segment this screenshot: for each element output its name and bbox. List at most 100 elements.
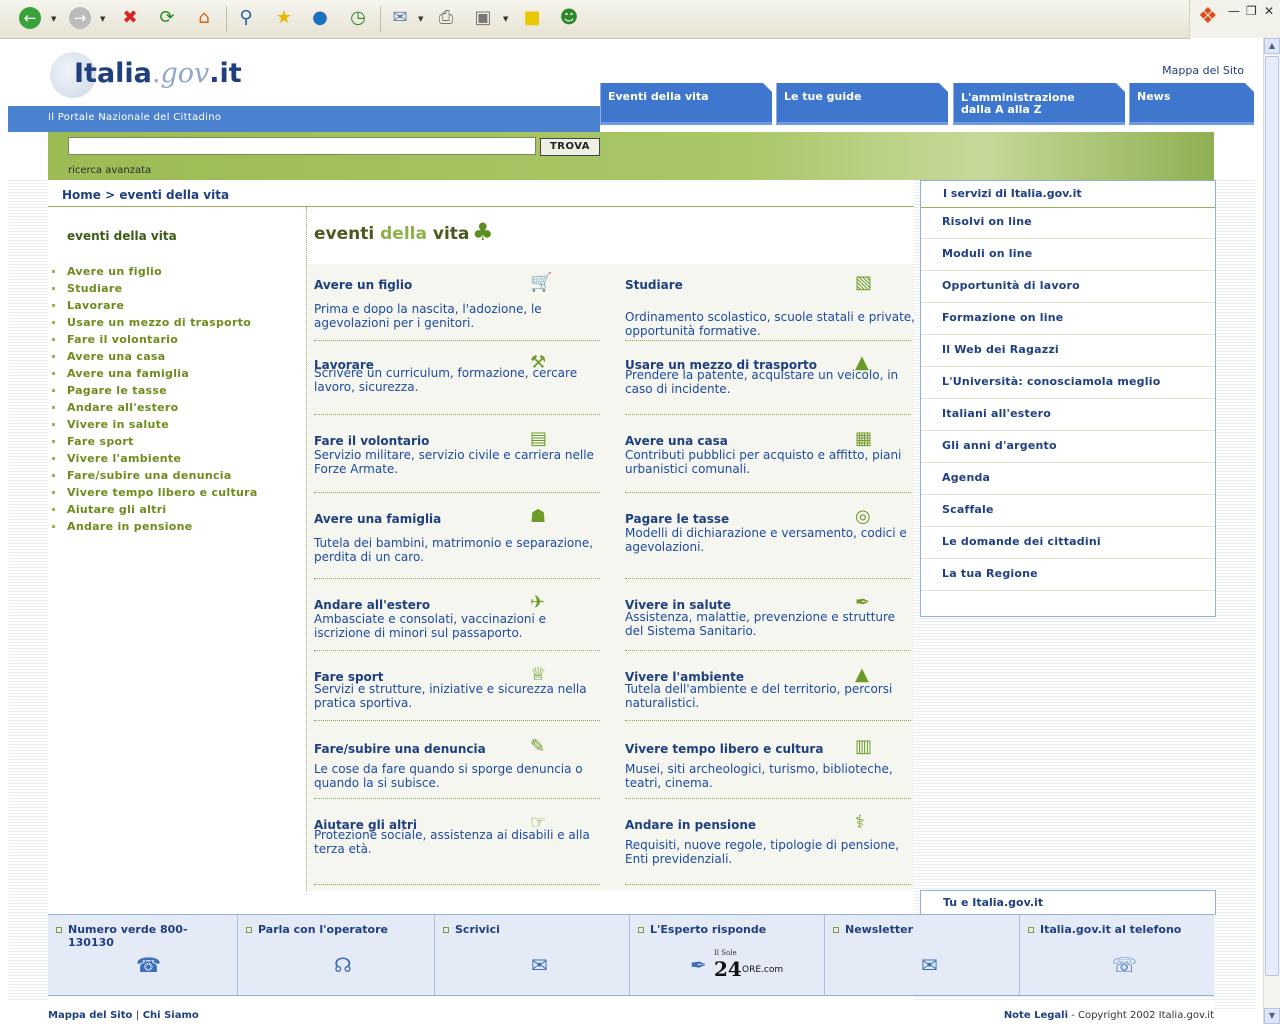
- sidebar-item[interactable]: Fare/subire una denuncia: [48, 469, 258, 486]
- advanced-search-link[interactable]: ricerca avanzata: [68, 165, 151, 176]
- event-card[interactable]: Aiutare gli altri Protezione sociale, ass…: [308, 804, 600, 890]
- event-title[interactable]: Fare il volontario: [314, 434, 429, 448]
- event-card[interactable]: Avere un figlio Prima e dopo la nascita, …: [308, 264, 600, 346]
- event-description: Ambasciate e consolati, vaccinazioni e i…: [314, 612, 547, 640]
- service-item[interactable]: Le domande dei cittadini: [921, 527, 1215, 559]
- sidebar-item[interactable]: Avere un figlio: [48, 265, 258, 282]
- sidebar-item[interactable]: Vivere l'ambiente: [48, 452, 258, 469]
- event-card[interactable]: Avere una famiglia Tutela dei bambini, ma…: [308, 498, 600, 584]
- print-icon[interactable]: ⎙: [434, 6, 458, 30]
- event-title[interactable]: Vivere tempo libero e cultura: [625, 742, 823, 756]
- event-title[interactable]: Avere un figlio: [314, 278, 412, 292]
- event-card[interactable]: Vivere l'ambiente Tutela dell'ambiente e …: [619, 656, 911, 726]
- service-item[interactable]: Formazione on line: [921, 303, 1215, 335]
- messenger-icon[interactable]: ☻: [557, 6, 581, 30]
- history-icon[interactable]: ◷: [346, 6, 370, 30]
- service-item[interactable]: Italiani all'estero: [921, 399, 1215, 431]
- gutter-decoration: [1214, 180, 1256, 1010]
- event-card[interactable]: Avere una casa Contributi pubblici per ac…: [619, 420, 911, 498]
- sidebar-item[interactable]: Pagare le tasse: [48, 384, 258, 401]
- media-icon[interactable]: ●: [308, 6, 332, 30]
- scroll-up-icon[interactable]: ▲: [1264, 38, 1280, 54]
- scroll-down-icon[interactable]: ▼: [1264, 1008, 1280, 1024]
- footer-item-newsletter[interactable]: Newsletter ✉: [824, 915, 1019, 995]
- event-card[interactable]: Andare all'estero Ambasciate e consolati,…: [308, 584, 600, 656]
- event-card[interactable]: Lavorare Scrivere un curriculum, formazio…: [308, 344, 600, 420]
- sidebar-item[interactable]: Avere una famiglia: [48, 367, 258, 384]
- tagline: Il Portale Nazionale del Cittadino: [48, 112, 222, 123]
- service-item[interactable]: Il Web dei Ragazzi: [921, 335, 1215, 367]
- refresh-icon[interactable]: ⟳: [155, 6, 179, 30]
- nav-tab-guide[interactable]: Le tue guide: [776, 83, 948, 125]
- event-card[interactable]: Andare in pensione Requisiti, nuove regol…: [619, 804, 911, 890]
- favorites-icon[interactable]: ★: [272, 6, 296, 30]
- service-item[interactable]: La tua Regione: [921, 559, 1215, 591]
- event-title[interactable]: Andare all'estero: [314, 598, 430, 612]
- home-icon[interactable]: ⌂: [192, 6, 216, 30]
- footer-item-scrivici[interactable]: Scrivici ✉: [434, 915, 629, 995]
- event-card[interactable]: Vivere tempo libero e cultura Musei, siti…: [619, 728, 911, 804]
- sidebar-item[interactable]: Vivere tempo libero e cultura: [48, 486, 258, 503]
- sidebar-item[interactable]: Fare sport: [48, 435, 258, 452]
- event-card[interactable]: Fare il volontario Servizio militare, ser…: [308, 420, 600, 498]
- sidebar-item[interactable]: Vivere in salute: [48, 418, 258, 435]
- nav-tab-news[interactable]: News: [1129, 83, 1254, 125]
- back-icon[interactable]: ←: [18, 6, 42, 30]
- forward-icon[interactable]: →: [68, 6, 92, 30]
- event-card[interactable]: Pagare le tasse Modelli di dichiarazione …: [619, 498, 911, 584]
- event-card[interactable]: Fare/subire una denuncia Le cose da fare …: [308, 728, 600, 804]
- sitemap-link-bottom[interactable]: Mappa del Sito: [48, 1010, 132, 1021]
- event-title[interactable]: Fare/subire una denuncia: [314, 742, 486, 756]
- sidebar-item[interactable]: Studiare: [48, 282, 258, 299]
- service-item[interactable]: L'Università: conosciamola meglio: [921, 367, 1215, 399]
- event-card[interactable]: Vivere in salute Assistenza, malattie, pr…: [619, 584, 911, 656]
- sidebar-item[interactable]: Usare un mezzo di trasporto: [48, 316, 258, 333]
- event-card[interactable]: Studiare Ordinamento scolastico, scuole s…: [619, 264, 915, 346]
- event-title[interactable]: Pagare le tasse: [625, 512, 729, 526]
- search-input[interactable]: [68, 137, 536, 155]
- search-button[interactable]: TROVA: [540, 138, 600, 156]
- sitemap-link-top[interactable]: Mappa del Sito: [1162, 64, 1244, 77]
- service-item[interactable]: Opportunità di lavoro: [921, 271, 1215, 303]
- restore-icon[interactable]: ❐: [1246, 4, 1257, 18]
- footer-bar: Numero verde 800-130130 ☎ Parla con l'op…: [48, 914, 1214, 996]
- search-icon[interactable]: ⚲: [234, 6, 258, 30]
- footer-item-numero-verde[interactable]: Numero verde 800-130130 ☎: [48, 915, 237, 995]
- service-item[interactable]: Agenda: [921, 463, 1215, 495]
- event-title[interactable]: Andare in pensione: [625, 818, 756, 832]
- footer-item-telefono[interactable]: Italia.gov.it al telefono ☏: [1019, 915, 1214, 995]
- card-divider: [314, 492, 600, 493]
- notes-icon[interactable]: ■: [520, 6, 544, 30]
- breadcrumb-home[interactable]: Home: [62, 188, 101, 202]
- event-card[interactable]: Fare sport Servizi e strutture, iniziativ…: [308, 656, 600, 726]
- stop-icon[interactable]: ✖: [118, 6, 142, 30]
- edit-icon[interactable]: ▣: [471, 6, 495, 30]
- service-item[interactable]: Moduli on line: [921, 239, 1215, 271]
- event-title[interactable]: Studiare: [625, 278, 683, 292]
- logo-text-gov: .gov: [151, 58, 210, 89]
- sidebar-item[interactable]: Aiutare gli altri: [48, 503, 258, 520]
- tu-box[interactable]: Tu e Italia.gov.it: [920, 890, 1216, 915]
- sidebar-item[interactable]: Fare il volontario: [48, 333, 258, 350]
- event-title[interactable]: Avere una casa: [625, 434, 728, 448]
- sidebar-item[interactable]: Lavorare: [48, 299, 258, 316]
- service-item[interactable]: Gli anni d'argento: [921, 431, 1215, 463]
- close-icon[interactable]: ✕: [1264, 4, 1274, 18]
- service-item[interactable]: Risolvi on line: [921, 207, 1215, 239]
- about-link[interactable]: Chi Siamo: [143, 1010, 199, 1021]
- sidebar-item[interactable]: Avere una casa: [48, 350, 258, 367]
- footer-item-operatore[interactable]: Parla con l'operatore ☊: [237, 915, 434, 995]
- scroll-thumb[interactable]: [1265, 56, 1279, 976]
- event-title[interactable]: Avere una famiglia: [314, 512, 441, 526]
- service-item[interactable]: Scaffale: [921, 495, 1215, 527]
- footer-item-esperto[interactable]: L'Esperto risponde ✒ Il Sole 24 ORE.com: [629, 915, 824, 995]
- sidebar-item[interactable]: Andare all'estero: [48, 401, 258, 418]
- legal-link[interactable]: Note Legali: [1004, 1010, 1068, 1021]
- event-card[interactable]: Usare un mezzo di trasporto Prendere la p…: [619, 344, 911, 420]
- nav-tab-amministrazione[interactable]: L'amministrazione dalla A alla Z: [953, 83, 1125, 125]
- nav-tab-eventi[interactable]: Eventi della vita: [600, 83, 772, 125]
- mail-icon[interactable]: ✉: [388, 6, 412, 30]
- vertical-scrollbar[interactable]: ▲ ▼: [1263, 38, 1280, 1024]
- minimize-icon[interactable]: —: [1228, 4, 1240, 18]
- sidebar-item[interactable]: Andare in pensione: [48, 520, 258, 537]
